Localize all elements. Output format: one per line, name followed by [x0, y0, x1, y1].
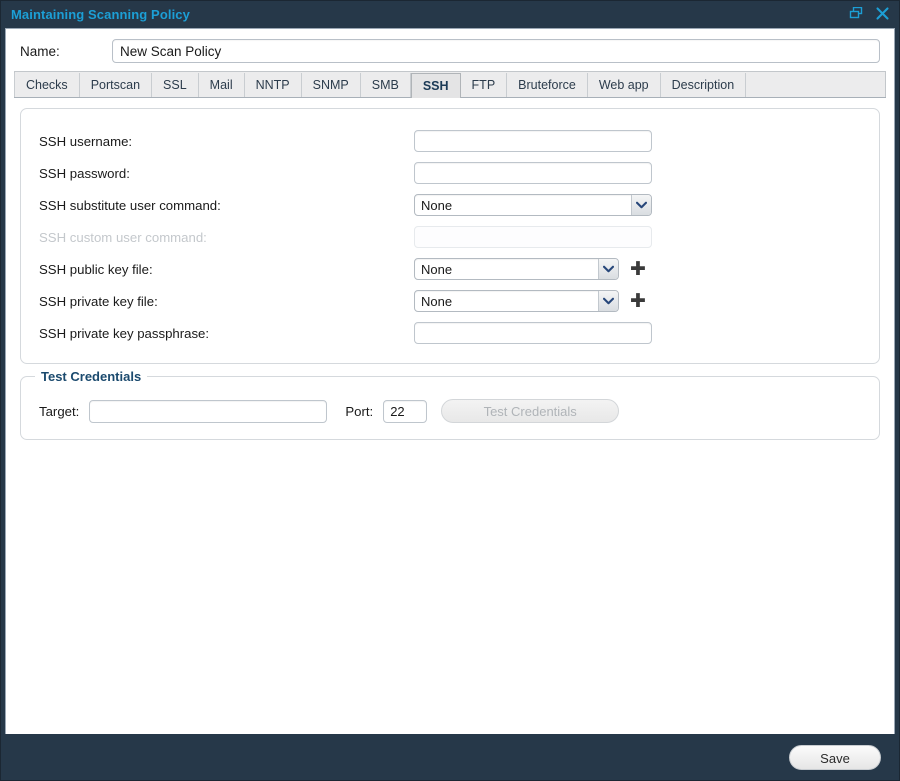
field-row: SSH public key file: None ✚: [39, 253, 861, 285]
tab-nntp[interactable]: NNTP: [244, 73, 302, 97]
field-label: SSH custom user command:: [39, 229, 207, 245]
policy-window: Maintaining Scanning Policy Name: Checks…: [0, 0, 900, 781]
field-row: SSH password:: [39, 157, 861, 189]
field-label: SSH username:: [39, 133, 133, 149]
test-credentials-button[interactable]: Test Credentials: [441, 399, 620, 423]
tab-bruteforce[interactable]: Bruteforce: [507, 73, 588, 97]
tab-ssh[interactable]: SSH: [410, 73, 461, 98]
field-row: SSH private key passphrase:: [39, 317, 861, 349]
select-value: None: [421, 293, 453, 309]
field-label: SSH substitute user command:: [39, 197, 221, 213]
tab-ssl[interactable]: SSL: [152, 73, 199, 97]
field-label: SSH password:: [39, 165, 130, 181]
input-ssh-private-key-passphrase[interactable]: [414, 322, 652, 344]
field-row: SSH username:: [39, 125, 861, 157]
input-ssh-username[interactable]: [414, 130, 652, 152]
chevron-down-icon: [631, 195, 651, 215]
plus-icon[interactable]: ✚: [630, 259, 646, 279]
input-ssh-password[interactable]: [414, 162, 652, 184]
target-input[interactable]: [89, 399, 328, 423]
select-value: None: [421, 197, 453, 213]
field-row: SSH private key file: None ✚: [39, 285, 861, 317]
restore-window-icon[interactable]: [848, 5, 864, 21]
window-title: Maintaining Scanning Policy: [11, 7, 190, 22]
tab-strip: Checks Portscan SSL Mail NNTP SNMP SMB SSH FTP Br…: [14, 71, 886, 98]
tab-checks[interactable]: Checks: [14, 73, 80, 97]
policy-name-label: Name:: [20, 43, 60, 59]
target-label: Target:: [39, 403, 80, 419]
select-ssh-public-key-file[interactable]: None: [414, 258, 619, 280]
field-label: SSH public key file:: [39, 261, 153, 277]
field-row: SSH substitute user command: None: [39, 189, 861, 221]
field-label: SSH private key passphrase:: [39, 325, 210, 341]
chevron-down-icon: [598, 259, 618, 279]
tab-ftp[interactable]: FTP: [460, 73, 508, 97]
plus-icon[interactable]: ✚: [630, 291, 646, 311]
tab-web-app[interactable]: Web app: [587, 73, 661, 97]
select-ssh-substitute-user-command[interactable]: None: [414, 194, 652, 216]
chevron-down-icon: [598, 291, 618, 311]
tab-snmp[interactable]: SNMP: [301, 73, 361, 97]
window-titlebar: Maintaining Scanning Policy: [1, 1, 899, 28]
policy-name-row: Name:: [6, 29, 894, 71]
tab-smb[interactable]: SMB: [360, 73, 411, 97]
window-footer: Save: [1, 734, 899, 780]
input-ssh-custom-user-command: [414, 226, 652, 248]
port-input[interactable]: [383, 399, 428, 423]
window-client-area: Name: ChecksPortscanSSLMailNNTPSNMPSMBSS…: [5, 28, 895, 734]
save-button[interactable]: Save: [789, 744, 881, 770]
tab-portscan[interactable]: Portscan: [79, 73, 153, 97]
field-row: SSH custom user command:: [39, 221, 861, 253]
tab-description[interactable]: Description: [660, 73, 747, 97]
test-credentials-fieldset: Test Credentials Target: Port: Test Cred…: [20, 369, 880, 440]
tab-mail[interactable]: Mail: [198, 73, 245, 97]
test-credentials-legend: Test Credentials: [35, 369, 148, 384]
tab-content-ssh: SSH username: SSH password: SSH substitute…: [6, 98, 894, 734]
field-label: SSH private key file:: [39, 293, 158, 309]
select-ssh-private-key-file[interactable]: None: [414, 290, 619, 312]
window-controls: [848, 5, 890, 21]
port-label: Port:: [345, 403, 374, 419]
ssh-settings-panel: SSH username: SSH password: SSH substitute…: [20, 108, 880, 364]
close-icon[interactable]: [874, 5, 890, 21]
select-value: None: [421, 261, 453, 277]
test-credentials-row: Target: Port: Test Credentials: [39, 399, 861, 423]
policy-name-input[interactable]: [112, 39, 880, 63]
